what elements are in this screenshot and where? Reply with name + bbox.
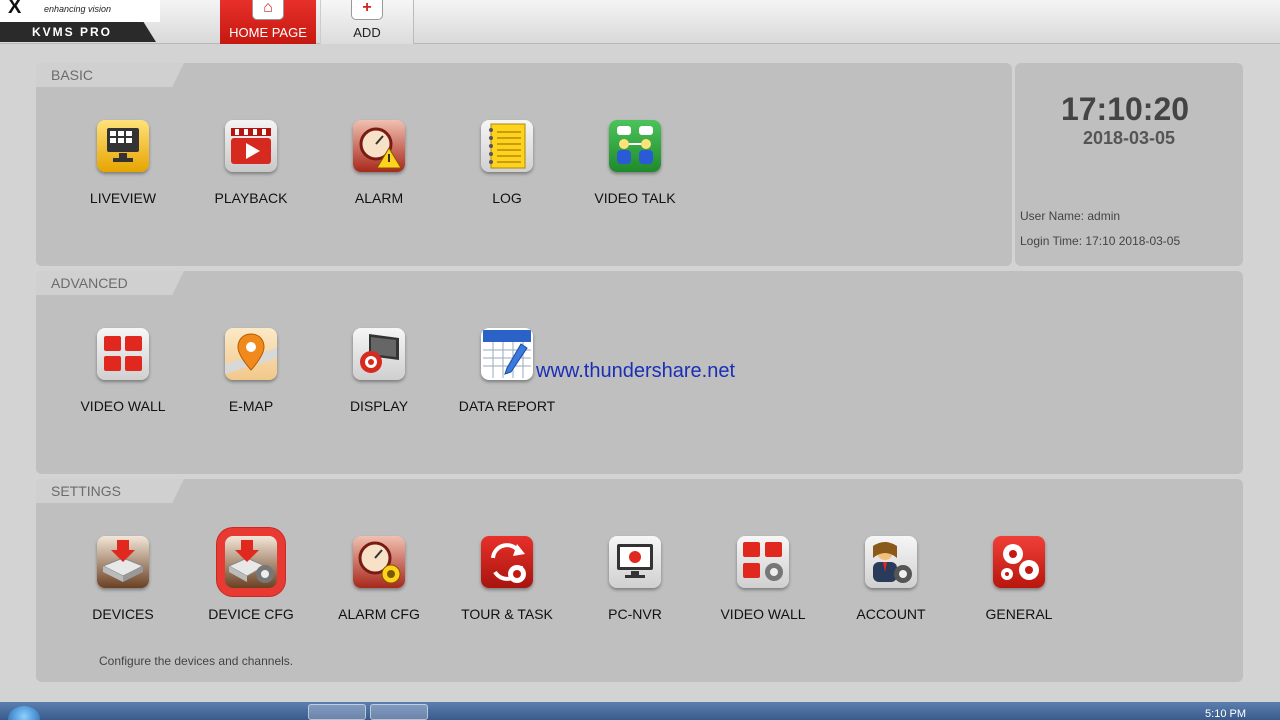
tile-label: VIDEO WALL: [720, 606, 806, 622]
tile-label: ACCOUNT: [856, 606, 926, 622]
tour-task-icon: [481, 536, 533, 588]
pc-nvr-icon: [609, 536, 661, 588]
tile-label: DATA REPORT: [458, 398, 556, 414]
tile-label: E-MAP: [228, 398, 274, 414]
map-pin-icon: [225, 328, 277, 380]
tile-label: TOUR & TASK: [461, 606, 553, 622]
tile-liveview[interactable]: LIVEVIEW: [59, 120, 187, 206]
taskbar: 5:10 PM: [0, 702, 1280, 720]
gears-icon: [993, 536, 1045, 588]
folder-icon[interactable]: [128, 704, 168, 720]
alarm-config-icon: [353, 536, 405, 588]
user-name-label: User Name:: [1020, 209, 1085, 223]
login-time-label: Login Time:: [1020, 234, 1083, 248]
tile-video-wall-cfg[interactable]: VIDEO WALL: [699, 536, 827, 622]
home-icon: ⌂: [252, 0, 284, 20]
watermark-text: www.thundershare.net: [536, 360, 736, 382]
top-bar: X enhancing vision KVMS PRO ⌂ HOME PAGE …: [0, 0, 1280, 44]
tile-label: LOG: [492, 190, 522, 206]
tile-label: GENERAL: [985, 606, 1053, 622]
user-name-value: admin: [1087, 209, 1121, 223]
tile-label: VIDEO WALL: [80, 398, 166, 414]
users-talk-icon: [609, 120, 661, 172]
tile-video-wall[interactable]: VIDEO WALL: [59, 328, 187, 414]
tile-device-cfg[interactable]: DEVICE CFG: [187, 536, 315, 622]
tile-alarm[interactable]: ALARM: [315, 120, 443, 206]
chrome-task-button[interactable]: [308, 704, 366, 720]
tile-video-talk[interactable]: VIDEO TALK: [571, 120, 699, 206]
media-icon[interactable]: [188, 704, 228, 720]
basic-panel: BASIC LIVEVIEW PLAYBACK ALARM LOG VIDEO …: [36, 63, 1012, 266]
login-time-value: 17:10 2018-03-05: [1085, 234, 1181, 248]
nav-home-page[interactable]: ⌂ HOME PAGE: [220, 0, 316, 44]
device-config-icon: [225, 536, 277, 588]
alarm-warning-icon: [353, 120, 405, 172]
settings-title: SETTINGS: [36, 479, 184, 503]
file-icon[interactable]: [248, 704, 288, 720]
logo-name: KVMS PRO: [32, 25, 113, 39]
tile-label: ALARM: [354, 190, 404, 206]
tile-devices[interactable]: DEVICES: [59, 536, 187, 622]
tile-tour-task[interactable]: TOUR & TASK: [443, 536, 571, 622]
advanced-title: ADVANCED: [36, 271, 184, 295]
tile-general[interactable]: GENERAL: [955, 536, 1083, 622]
logo-mark: X: [8, 0, 22, 18]
device-download-icon: [97, 536, 149, 588]
display-settings-icon: [353, 328, 405, 380]
logo-tagline: enhancing vision: [44, 4, 112, 14]
tile-alarm-cfg[interactable]: ALARM CFG: [315, 536, 443, 622]
notepad-icon: [481, 120, 533, 172]
clock-time: 17:10:20: [1060, 91, 1190, 127]
plus-icon: +: [351, 0, 383, 20]
user-name-line: User Name: admin: [1020, 209, 1120, 223]
tile-label: DEVICES: [92, 606, 154, 622]
clapperboard-play-icon: [225, 120, 277, 172]
session-info-panel: 17:10:20 2018-03-05 User Name: admin Log…: [1015, 63, 1243, 266]
tile-label: VIDEO TALK: [594, 190, 676, 206]
tile-playback[interactable]: PLAYBACK: [187, 120, 315, 206]
liveview-grid-icon: [97, 120, 149, 172]
tile-account[interactable]: ACCOUNT: [827, 536, 955, 622]
tile-label: DISPLAY: [349, 398, 409, 414]
tile-label: PC-NVR: [608, 606, 662, 622]
kvms-task-button[interactable]: [370, 704, 428, 720]
settings-panel: SETTINGS DEVICES DEVICE CFG ALARM CFG TO…: [36, 479, 1243, 682]
tile-display[interactable]: DISPLAY: [315, 328, 443, 414]
taskbar-clock: 5:10 PM: [1205, 708, 1246, 720]
app-logo: X enhancing vision KVMS PRO: [0, 0, 160, 44]
start-button[interactable]: [8, 706, 40, 720]
basic-title: BASIC: [36, 63, 184, 87]
tile-label: DEVICE CFG: [208, 606, 294, 622]
video-wall-config-icon: [737, 536, 789, 588]
ie-icon[interactable]: [70, 704, 110, 720]
tile-e-map[interactable]: E-MAP: [187, 328, 315, 414]
clock-date: 2018-03-05: [1082, 128, 1176, 148]
login-time-line: Login Time: 17:10 2018-03-05: [1020, 234, 1180, 248]
calendar-report-icon: [481, 328, 533, 380]
tile-label: ALARM CFG: [338, 606, 420, 622]
settings-description: Configure the devices and channels.: [99, 654, 294, 668]
tile-label: PLAYBACK: [214, 190, 288, 206]
account-icon: [865, 536, 917, 588]
tile-log[interactable]: LOG: [443, 120, 571, 206]
tile-label: LIVEVIEW: [89, 190, 157, 206]
nav-add[interactable]: + ADD: [320, 0, 414, 44]
nav-add-label: ADD: [353, 25, 381, 40]
nav-home-label: HOME PAGE: [229, 25, 307, 40]
tile-pc-nvr[interactable]: PC-NVR: [571, 536, 699, 622]
video-wall-icon: [97, 328, 149, 380]
